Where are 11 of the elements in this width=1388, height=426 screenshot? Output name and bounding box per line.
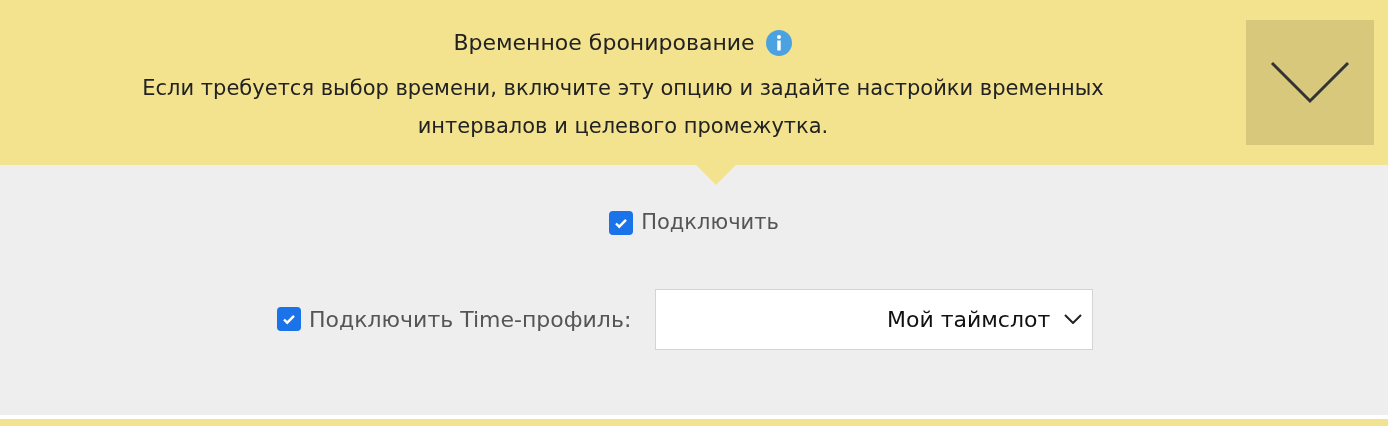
banner-title: Временное бронирование <box>453 29 755 57</box>
checkbox-label: Подключить <box>641 209 779 236</box>
checkbox-label: Подключить Time-профиль: <box>309 305 632 334</box>
collapse-button[interactable] <box>1246 20 1374 145</box>
time-profile-select[interactable]: Мой таймслот <box>655 288 1094 350</box>
banner-description: Если требуется выбор времени, включите эту опцию и задайте настройки временных интервалов и целевого промежутка. <box>141 75 1105 140</box>
checkbox[interactable] <box>609 210 634 235</box>
checkbox[interactable] <box>277 307 301 331</box>
chevron-down-icon <box>1064 314 1083 324</box>
chevron-down-icon <box>1270 60 1350 105</box>
info-icon[interactable] <box>764 28 793 57</box>
